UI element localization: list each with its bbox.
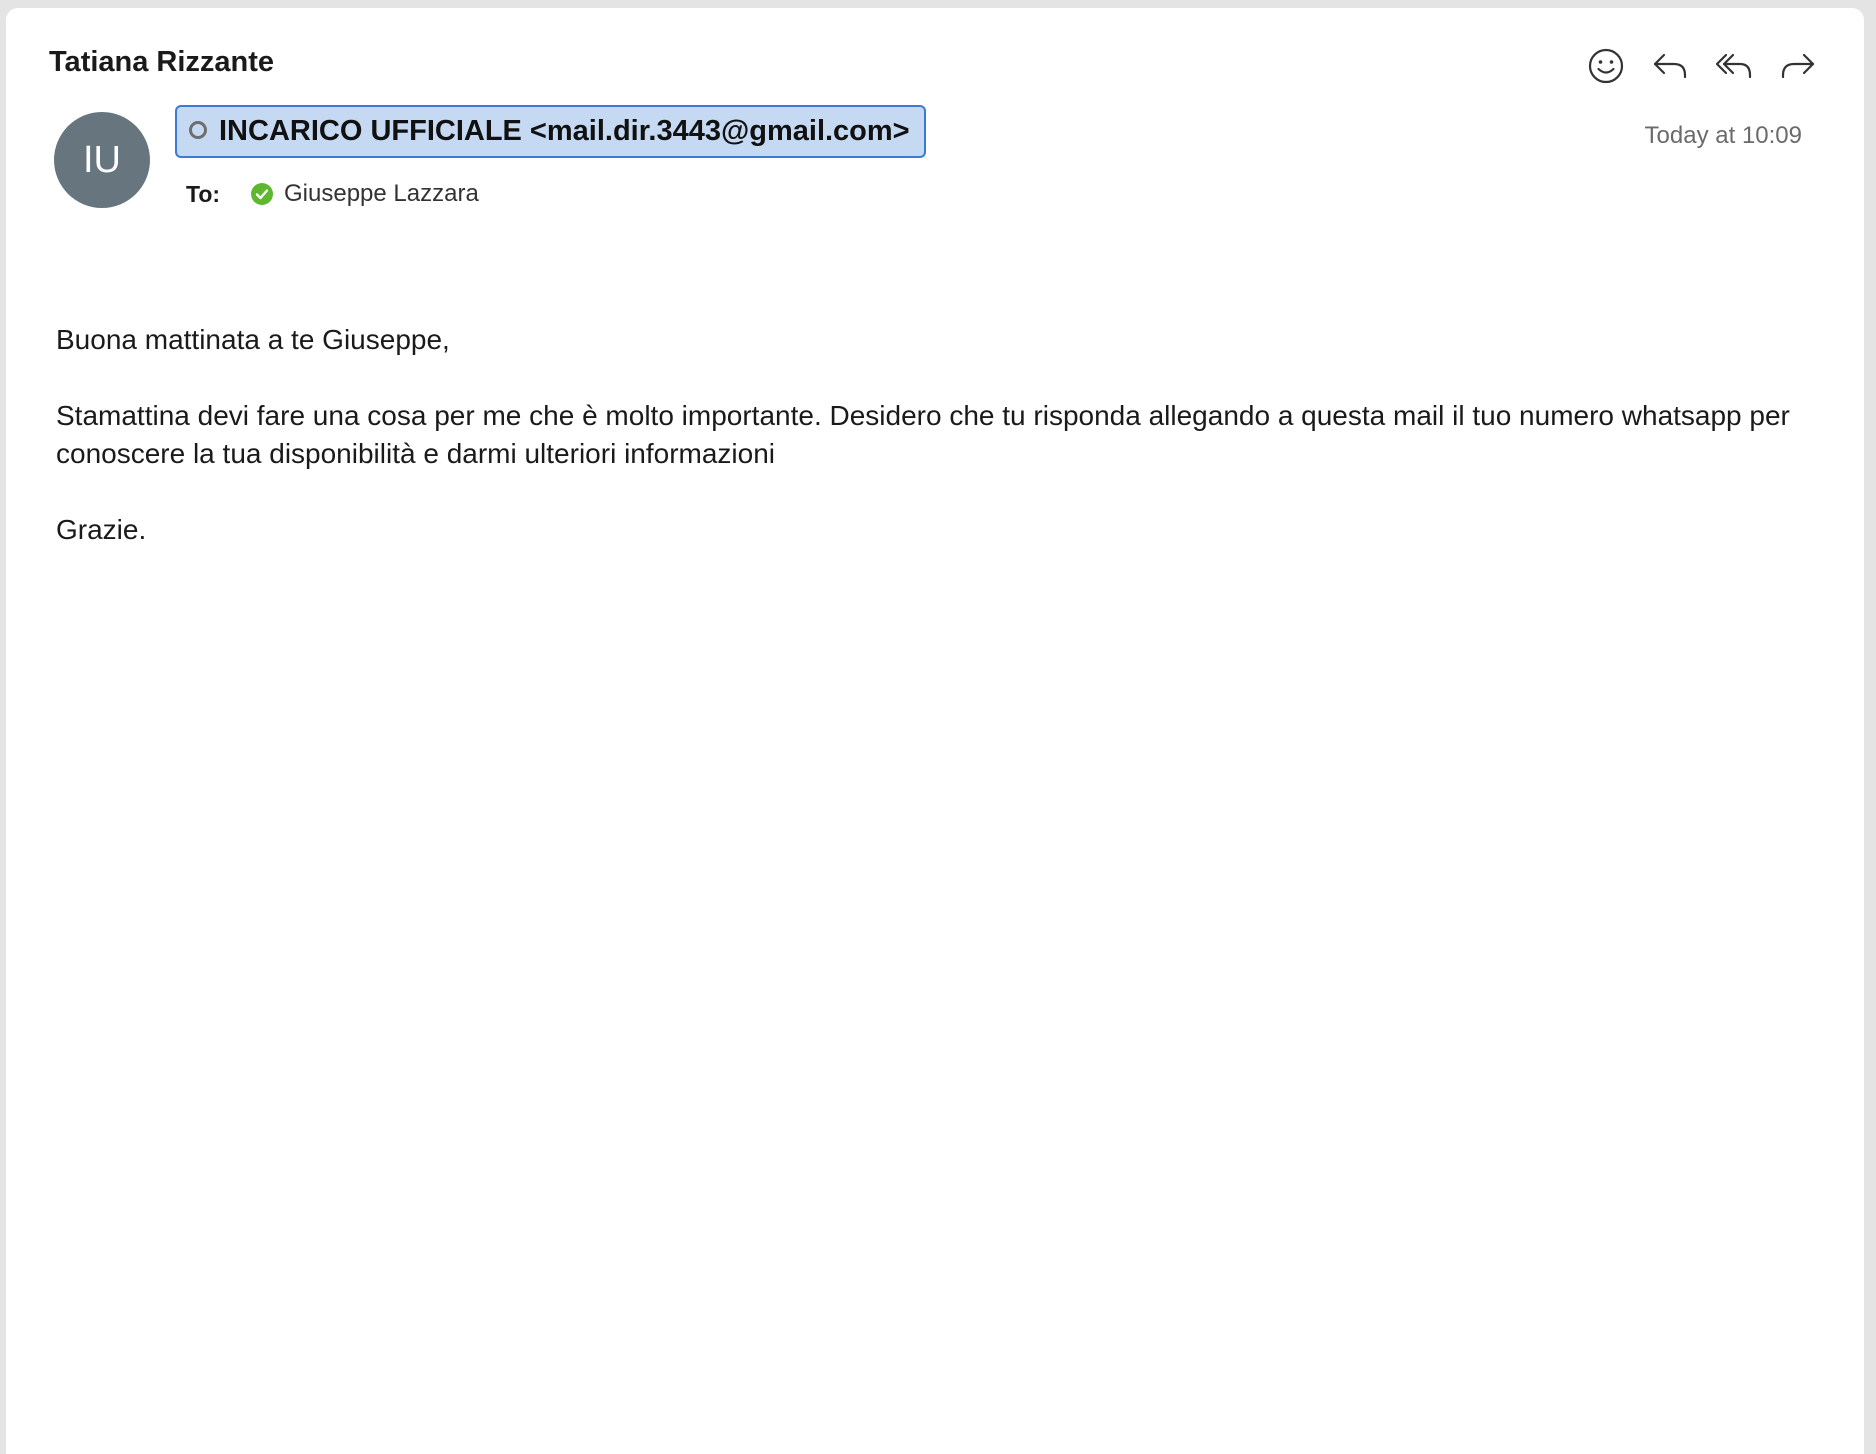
message-body: Buona mattinata a te Giuseppe, Stamattin…: [56, 321, 1846, 587]
sender-avatar: IU: [54, 112, 150, 208]
recipients-row: To: Giuseppe Lazzara: [186, 178, 479, 210]
sender-chip[interactable]: INCARICO UFFICIALE <mail.dir.3443@gmail.…: [175, 105, 926, 158]
message-subject: Tatiana Rizzante: [49, 46, 275, 78]
body-paragraph: Stamattina devi fare una cosa per me che…: [56, 400, 1790, 469]
reply-button[interactable]: [1644, 40, 1696, 92]
message-window: Tatiana Rizzante IU INCARICO UFFICIALE <…: [6, 8, 1864, 1454]
body-closing: Grazie.: [56, 514, 147, 545]
message-toolbar: [1580, 40, 1844, 92]
body-greeting: Buona mattinata a te Giuseppe,: [56, 324, 450, 355]
verified-check-icon: [251, 183, 273, 205]
reply-icon: [1653, 53, 1687, 79]
message-date: Today at 10:09: [1644, 122, 1802, 149]
recipient-name[interactable]: Giuseppe Lazzara: [284, 180, 479, 208]
sender-status-icon: [189, 121, 207, 139]
to-label: To:: [186, 180, 221, 207]
reply-all-button[interactable]: [1708, 40, 1760, 92]
sender-address: INCARICO UFFICIALE <mail.dir.3443@gmail.…: [219, 115, 910, 147]
forward-button[interactable]: [1772, 40, 1824, 92]
react-button[interactable]: [1580, 40, 1632, 92]
forward-icon: [1781, 53, 1815, 79]
smiley-icon: [1588, 48, 1624, 84]
reply-all-icon: [1715, 53, 1752, 79]
